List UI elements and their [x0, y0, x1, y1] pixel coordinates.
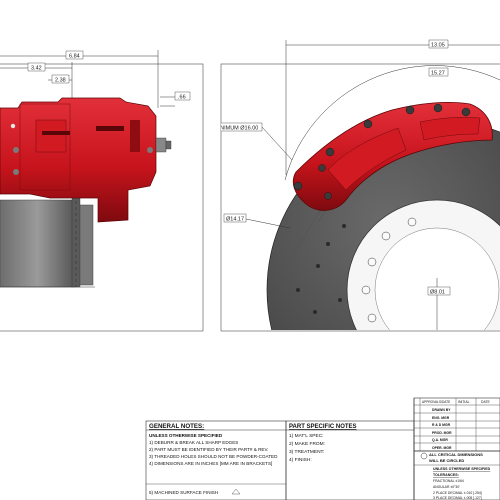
general-note-1: 1) DEBURR & BREAK ALL SHARP EDGES — [149, 440, 238, 445]
critical-note-2: WILL BE CIRCLED — [429, 458, 464, 463]
general-notes-block: GENERAL NOTES: UNLESS OTHERWISE SPECIFIE… — [145, 420, 287, 500]
tolerance-subtitle: TOLERANCES: — [433, 473, 459, 477]
tolerance-title: UNLESS OTHERWISE SPECIFIED — [433, 467, 491, 471]
dim-rotor: Ø14.17 — [226, 217, 244, 223]
dim-arc: 15.27 — [431, 71, 445, 77]
dim-overall: 13.05 — [431, 43, 445, 49]
tolerance-2place: 2 PLACE DECIMAL ±.010 [.254] — [433, 491, 482, 495]
tolerance-angular: ANGULAR ±0°30' — [433, 485, 460, 489]
general-notes-title: GENERAL NOTES: — [149, 423, 204, 430]
part-notes-block: PART SPECIFIC NOTES 1) MAT'L SPEC: 2) MA… — [285, 420, 415, 500]
dim-hub: Ø8.01 — [430, 290, 445, 296]
drawing-canvas: 6.84 3.42 2.38 .66 13.05 15.27 MINIMUM Ø… — [0, 39, 500, 500]
general-note-5: 5) MACHINED SURFACE FINISH — [149, 490, 218, 495]
tolerance-block: ALL CRITICAL DIMENSIONS WILL BE CIRCLED … — [413, 450, 500, 500]
part-notes-title: PART SPECIFIC NOTES — [289, 424, 357, 430]
general-note-2: 2) PART MUST BE IDENTIFIED BY THEIR PART… — [149, 447, 268, 452]
part-note-3: 3) TREATMENT: — [289, 449, 324, 455]
part-note-2: 2) MAKE FROM: — [289, 441, 325, 447]
hub-cylinder — [0, 199, 76, 288]
dim-offset: 2.38 — [55, 78, 66, 84]
dim-half: 3.42 — [31, 66, 42, 72]
general-note-3: 3) THREADED HOLES SHOULD NOT BE POWDER-C… — [149, 454, 278, 459]
tolerance-fractional: FRACTIONAL ±1/64 — [433, 479, 464, 483]
general-notes-subtitle: UNLESS OTHERWISE SPECIFIED — [149, 433, 223, 438]
general-note-4: 4) DIMENSIONS ARE IN INCHES [MM ARE IN B… — [149, 461, 272, 466]
right-view: 13.05 15.27 MINIMUM Ø16.00 Ø14.17 Ø8.01 — [214, 39, 500, 330]
row-prod-mgr: PROD. MGR — [432, 431, 452, 435]
part-note-1: 1) MAT'L SPEC: — [289, 433, 324, 439]
row-qa-mgr: Q.A. MGR — [432, 438, 448, 442]
part-note-4: 4) FINISH: — [289, 457, 312, 463]
row-rd-mgr: R & D MGR — [432, 423, 451, 427]
left-view: 6.84 3.42 2.38 .66 — [0, 50, 191, 288]
row-oper-mgr: OPER. MGR — [432, 446, 452, 450]
critical-note-1: ALL CRITICAL DIMENSIONS — [429, 452, 483, 457]
dim-bolt: .66 — [178, 95, 186, 101]
date-header: DATE — [481, 400, 491, 404]
dim-minimum: MINIMUM Ø16.00 — [214, 126, 258, 132]
row-drawn-by: DRAWN BY — [432, 408, 451, 412]
row-eng-mgr: ENG. MGR — [432, 416, 450, 420]
approvals-header: APPROVALS/DATE — [422, 400, 450, 404]
initial-header: INITIAL — [458, 400, 470, 404]
dim-width: 6.84 — [69, 54, 80, 60]
tolerance-3place: 3 PLACE DECIMAL ±.005 [.127] — [433, 496, 482, 500]
